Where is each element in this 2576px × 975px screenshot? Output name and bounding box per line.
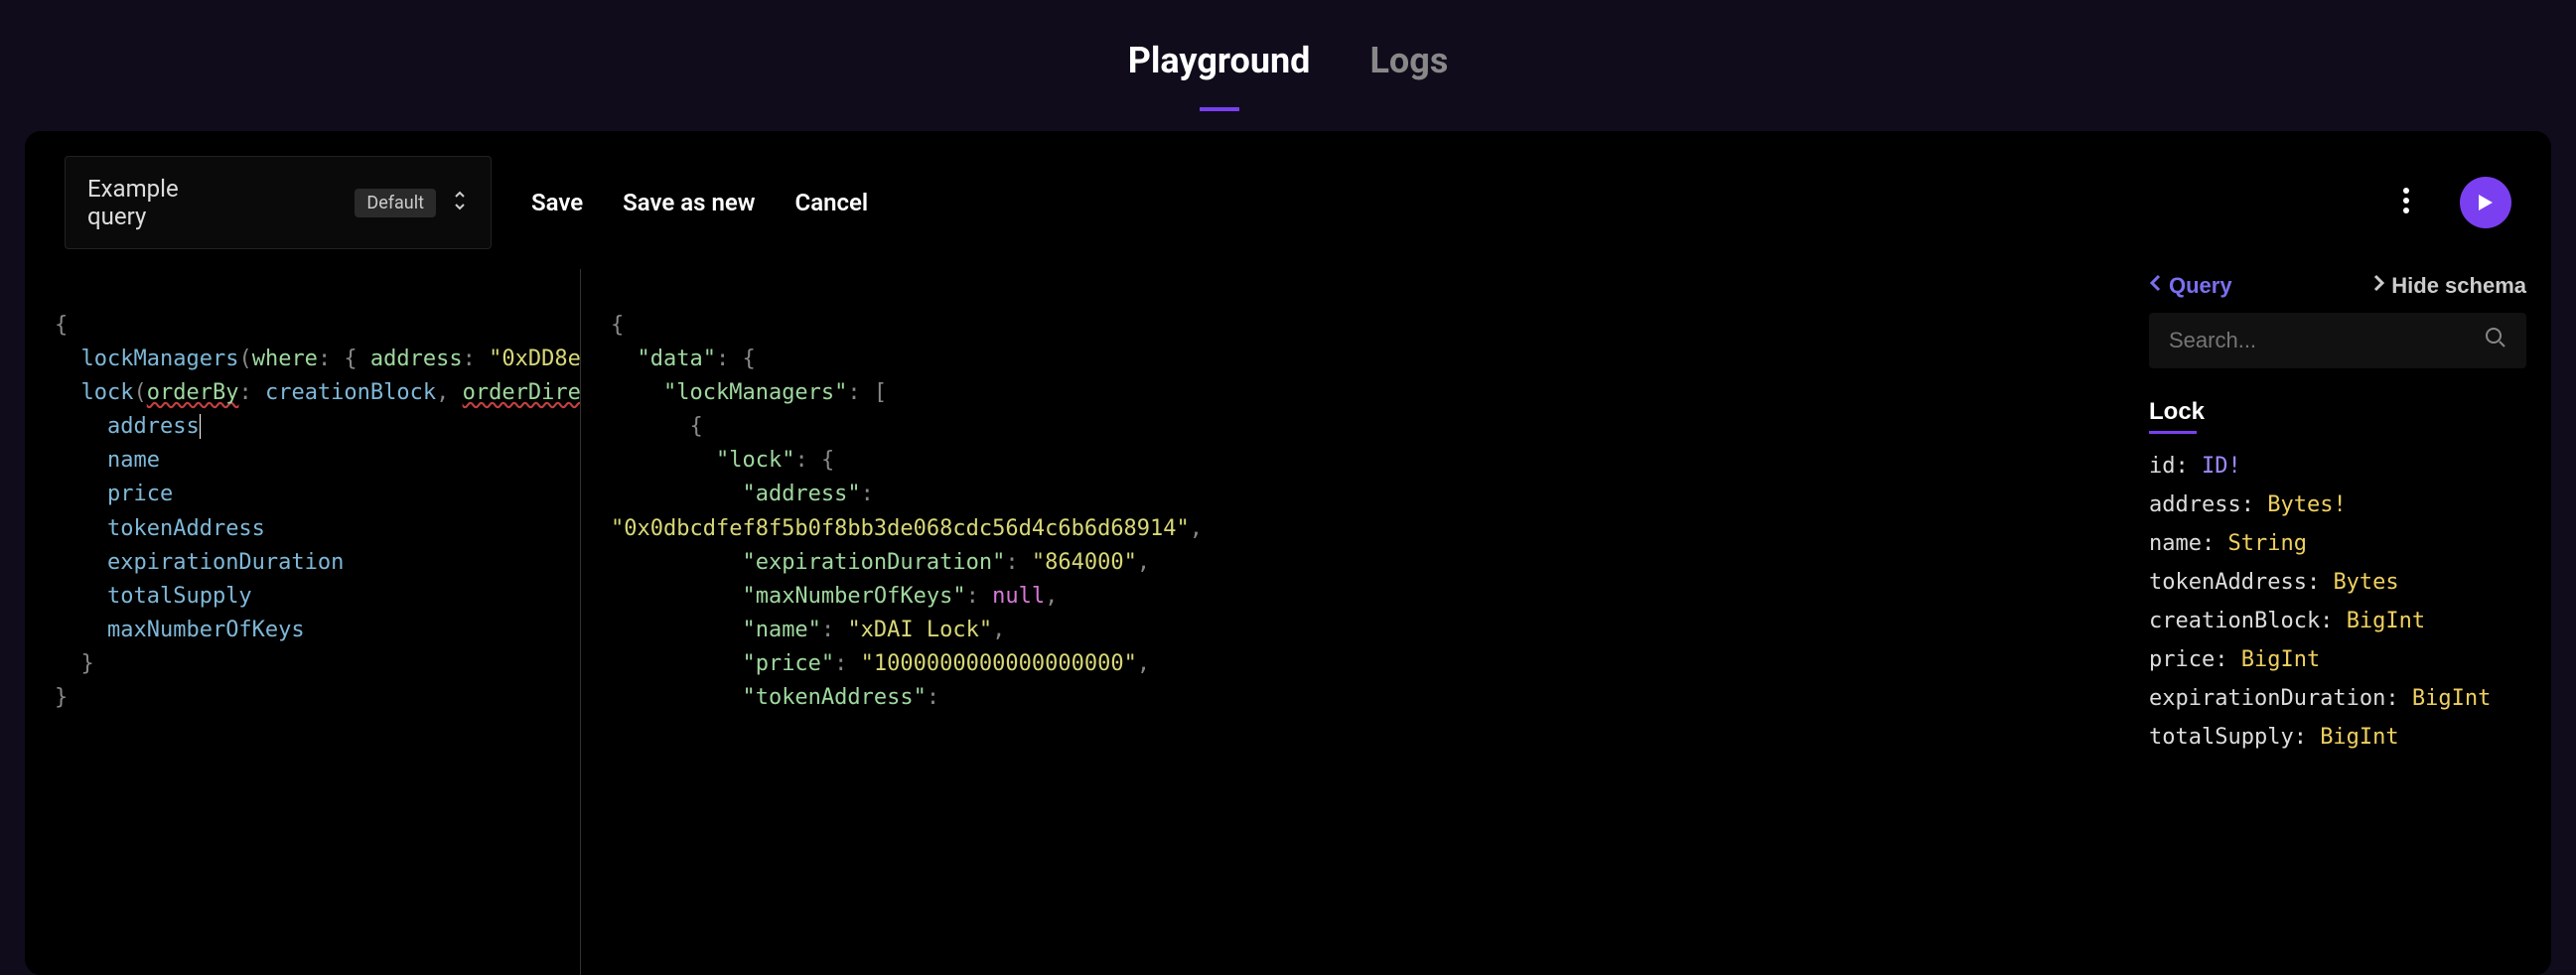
query-badge: Default [355, 189, 436, 217]
schema-field-type: ID! [2202, 454, 2241, 479]
schema-field[interactable]: creationBlock: BigInt [2149, 609, 2526, 633]
save-as-new-button[interactable]: Save as new [623, 189, 755, 216]
chevron-right-icon [2371, 273, 2385, 299]
schema-field-name: creationBlock: [2149, 609, 2347, 633]
schema-field-type: BigInt [2412, 686, 2491, 711]
schema-fields: id: ID! address: Bytes! name: String tokenA… [2149, 454, 2526, 750]
schema-back-button[interactable]: Query [2149, 273, 2232, 299]
schema-field-type: Bytes [2333, 570, 2398, 595]
sort-icon[interactable] [451, 190, 469, 215]
run-button[interactable] [2460, 177, 2511, 228]
schema-search[interactable] [2149, 313, 2526, 368]
schema-field-name: id: [2149, 454, 2202, 479]
save-button[interactable]: Save [531, 189, 583, 216]
schema-field-name: price: [2149, 647, 2241, 672]
schema-title: Lock [2149, 398, 2526, 434]
tab-playground[interactable]: Playground [1128, 40, 1311, 101]
schema-field[interactable]: address: Bytes! [2149, 492, 2526, 517]
schema-field[interactable]: totalSupply: BigInt [2149, 725, 2526, 750]
schema-field-name: totalSupply: [2149, 725, 2320, 750]
editor-row: { lockManagers(where: { address: "0xDD8e… [25, 269, 2551, 975]
schema-field-name: expirationDuration: [2149, 686, 2412, 711]
cancel-button[interactable]: Cancel [795, 189, 869, 216]
schema-field-name: address: [2149, 492, 2267, 517]
schema-field[interactable]: expirationDuration: BigInt [2149, 686, 2526, 711]
playground-panel: Example query Default Save Save as new C… [25, 131, 2551, 975]
query-selector[interactable]: Example query Default [65, 156, 492, 249]
schema-field-type: BigInt [2320, 725, 2398, 750]
schema-field-type: Bytes! [2267, 492, 2346, 517]
query-name: Example query [87, 175, 215, 230]
schema-pane: Query Hide schema Lock id: ID! address: B… [2124, 269, 2551, 975]
schema-field[interactable]: name: String [2149, 531, 2526, 556]
result-viewer[interactable]: { "data": { "lockManagers": [ { "lock": … [581, 269, 2124, 975]
schema-field-name: name: [2149, 531, 2227, 556]
search-icon [2485, 327, 2506, 354]
schema-field-type: BigInt [2241, 647, 2320, 672]
more-menu-icon[interactable] [2392, 177, 2420, 228]
tab-logs[interactable]: Logs [1369, 40, 1448, 101]
schema-field[interactable]: tokenAddress: Bytes [2149, 570, 2526, 595]
schema-field-name: tokenAddress: [2149, 570, 2333, 595]
top-tabs: Playground Logs [0, 0, 2576, 131]
schema-field-type: BigInt [2347, 609, 2425, 633]
schema-field[interactable]: price: BigInt [2149, 647, 2526, 672]
hide-schema-button[interactable]: Hide schema [2371, 273, 2526, 299]
schema-field-type: String [2227, 531, 2306, 556]
chevron-left-icon [2149, 273, 2163, 299]
query-editor[interactable]: { lockManagers(where: { address: "0xDD8e… [25, 269, 581, 975]
schema-field[interactable]: id: ID! [2149, 454, 2526, 479]
toolbar: Example query Default Save Save as new C… [25, 131, 2551, 269]
schema-search-input[interactable] [2169, 328, 2485, 353]
